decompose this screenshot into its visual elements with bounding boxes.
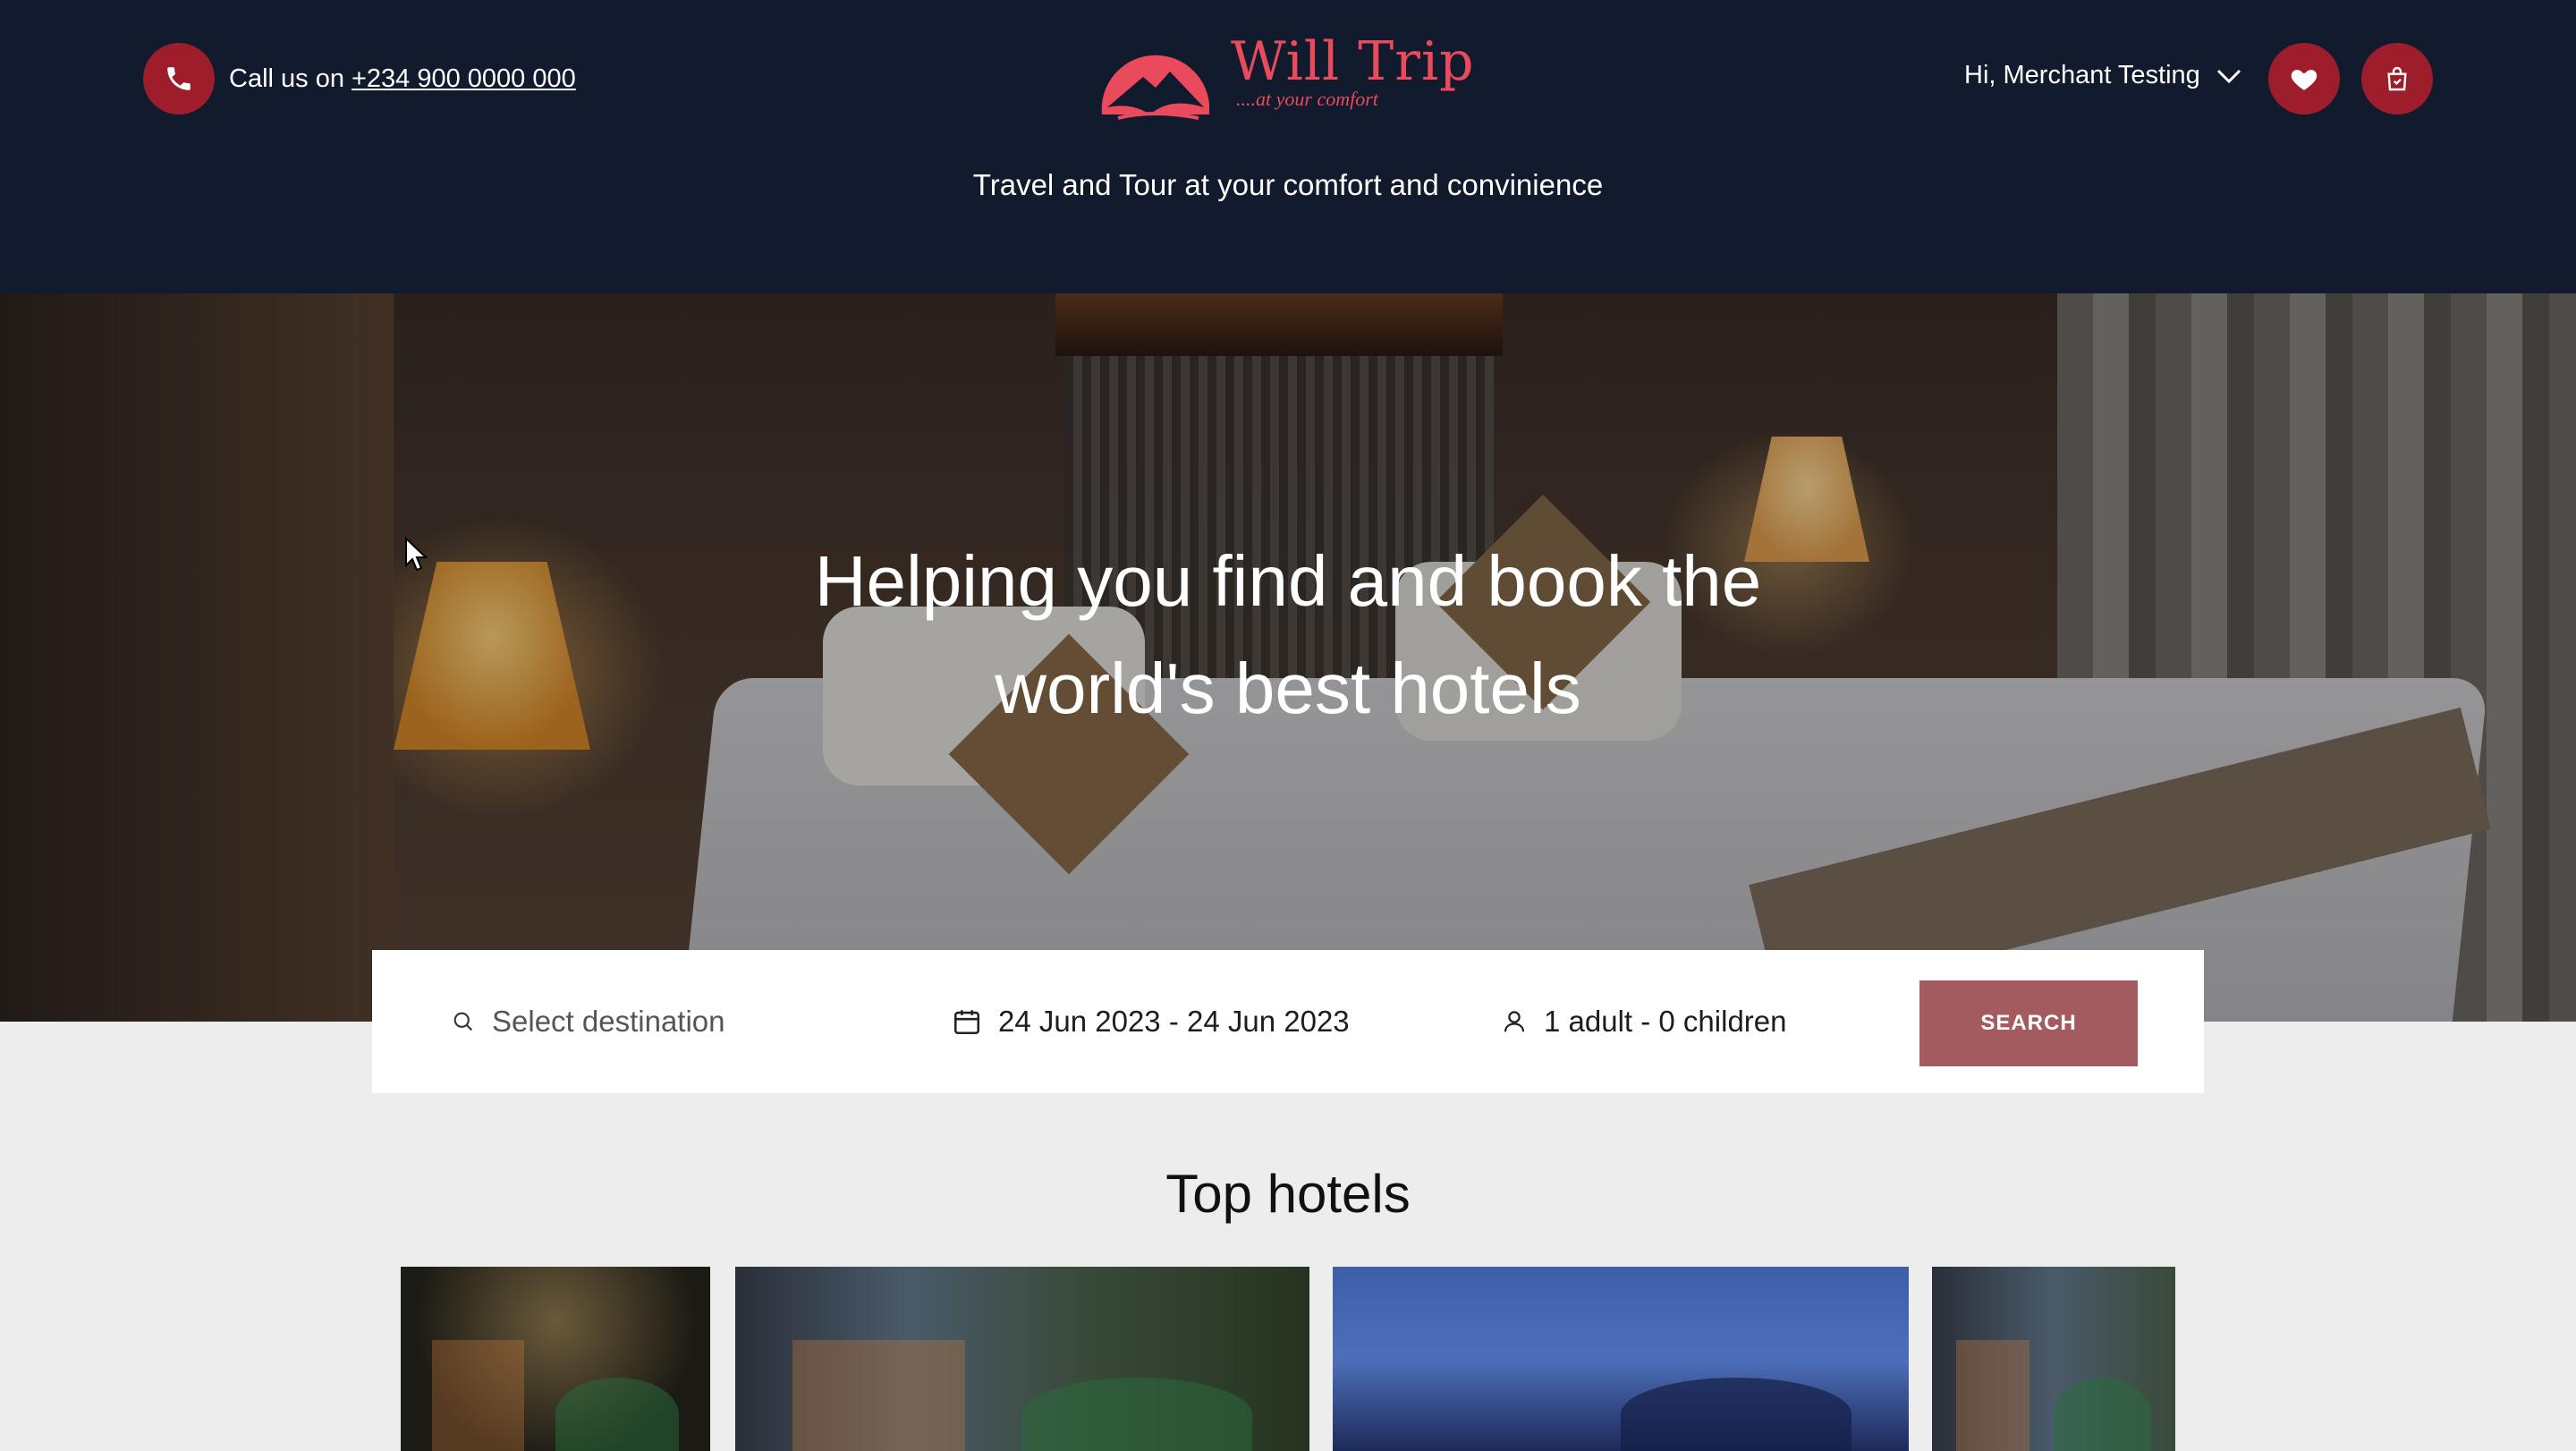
chevron-down-icon bbox=[2216, 69, 2241, 83]
hero-title: Helping you find and book the world's be… bbox=[0, 528, 2576, 742]
phone-icon bbox=[167, 67, 191, 90]
hero-banner: Helping you find and book the world's be… bbox=[0, 293, 2576, 1022]
logo-mountain-icon bbox=[1101, 55, 1209, 120]
logo[interactable]: Will Trip ....at your comfort bbox=[1098, 32, 1475, 122]
hotel-card-image[interactable] bbox=[401, 1267, 710, 1451]
user-menu[interactable]: Hi, Merchant Testing bbox=[1964, 61, 2241, 90]
hotel-card-image[interactable] bbox=[1932, 1267, 2175, 1451]
call-prefix: Call us on bbox=[229, 64, 344, 93]
hotel-card-image[interactable] bbox=[735, 1267, 1309, 1451]
site-header: Call us on +234 900 0000 000 Will Trip ..… bbox=[0, 0, 2576, 293]
search-icon bbox=[453, 1012, 473, 1031]
call-text: Call us on +234 900 0000 000 bbox=[229, 64, 576, 94]
shopping-bag-icon bbox=[2387, 66, 2407, 91]
calendar-icon bbox=[953, 1010, 980, 1035]
cart-button[interactable] bbox=[2361, 43, 2433, 115]
phone-button[interactable] bbox=[143, 43, 215, 115]
favorites-button[interactable] bbox=[2268, 43, 2340, 115]
guests-field[interactable]: 1 adult - 0 children bbox=[1501, 950, 1787, 1093]
date-range-field[interactable]: 24 Jun 2023 - 24 Jun 2023 bbox=[952, 950, 1350, 1093]
hotel-card-image[interactable] bbox=[1333, 1267, 1909, 1451]
destination-field[interactable]: Select destination bbox=[451, 950, 725, 1093]
tagline: Travel and Tour at your comfort and conv… bbox=[972, 168, 1604, 201]
search-bar: Select destination 24 Jun 2023 - 24 Jun … bbox=[372, 950, 2204, 1093]
mouse-cursor-icon bbox=[405, 537, 428, 572]
heart-icon bbox=[2291, 70, 2318, 90]
hero-title-text: Helping you find and book the world's be… bbox=[814, 541, 1762, 728]
guests-value: 1 adult - 0 children bbox=[1544, 1005, 1787, 1038]
user-icon bbox=[1504, 1011, 1525, 1032]
user-greeting: Hi, Merchant Testing bbox=[1964, 61, 2200, 89]
destination-placeholder: Select destination bbox=[492, 1005, 725, 1038]
phone-link[interactable]: +234 900 0000 000 bbox=[352, 64, 576, 93]
call-us: Call us on +234 900 0000 000 bbox=[143, 43, 576, 115]
search-button[interactable]: SEARCH bbox=[1919, 980, 2138, 1066]
date-range-value: 24 Jun 2023 - 24 Jun 2023 bbox=[998, 1005, 1350, 1038]
top-hotels-title: Top hotels bbox=[1165, 1164, 1411, 1224]
logo-title: Will Trip bbox=[1231, 30, 1475, 93]
